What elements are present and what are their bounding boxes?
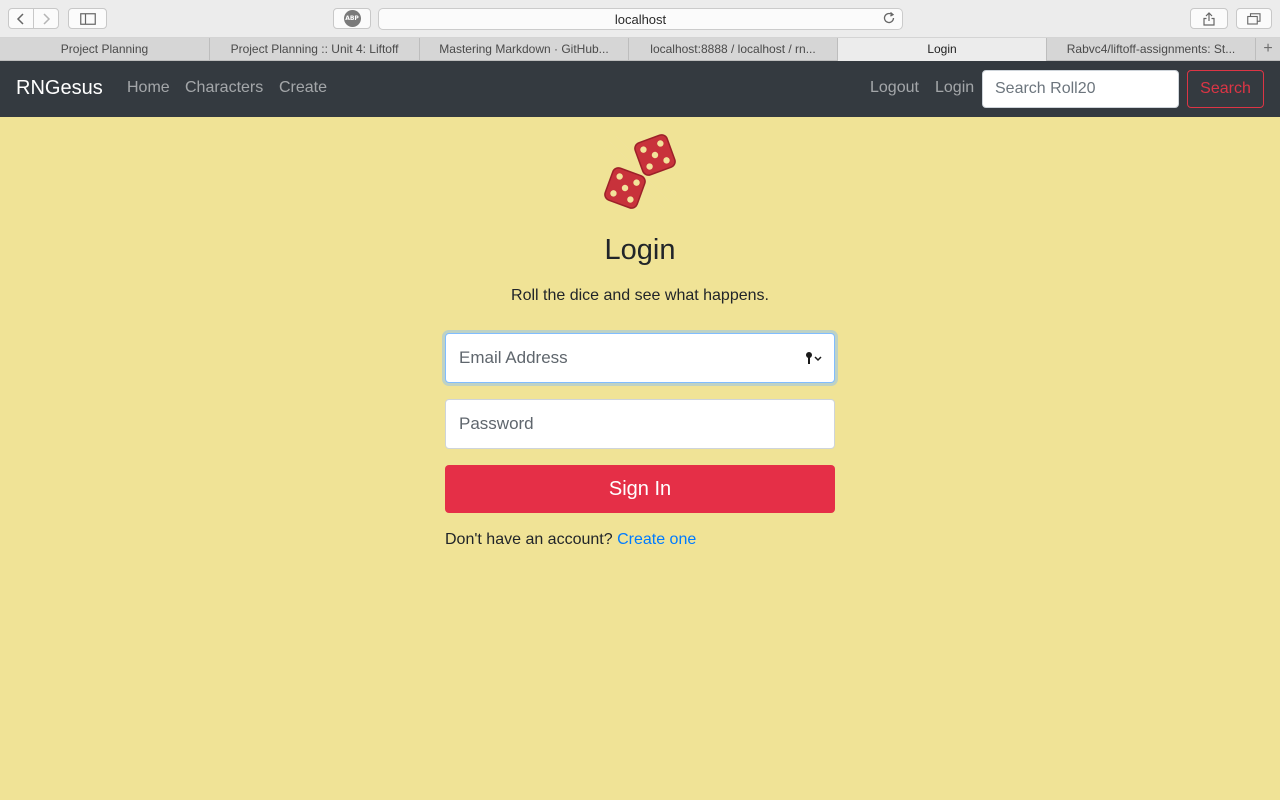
url-text: localhost <box>614 12 667 27</box>
nav-characters[interactable]: Characters <box>185 79 263 97</box>
tab-project-planning[interactable]: Project Planning <box>0 38 210 60</box>
tab-liftoff-assignments[interactable]: Rabvc4/liftoff-assignments: St... <box>1047 38 1256 60</box>
browser-toolbar: ABP localhost <box>0 0 1280 38</box>
adblock-button[interactable]: ABP <box>333 8 371 29</box>
brand-link[interactable]: RNGesus <box>16 77 103 100</box>
search-input[interactable] <box>982 70 1179 108</box>
chevron-right-icon <box>43 12 51 25</box>
address-bar[interactable]: localhost <box>378 8 903 30</box>
register-prompt: Don't have an account? Create one <box>445 531 696 549</box>
chevron-left-icon <box>16 12 24 25</box>
show-tabs-button[interactable] <box>1236 8 1272 29</box>
email-field[interactable] <box>445 333 835 383</box>
dice-icon <box>603 134 677 209</box>
share-icon <box>1203 11 1215 26</box>
reload-icon[interactable] <box>882 11 896 25</box>
password-field[interactable] <box>445 399 835 449</box>
tab-login[interactable]: Login <box>838 38 1047 61</box>
create-account-link[interactable]: Create one <box>617 531 696 548</box>
adblock-icon: ABP <box>343 10 361 27</box>
tab-phpmyadmin[interactable]: localhost:8888 / localhost / rn... <box>629 38 838 60</box>
register-prompt-text: Don't have an account? <box>445 531 613 548</box>
tab-mastering-markdown[interactable]: Mastering Markdown · GitHub... <box>420 38 629 60</box>
sidebar-toggle-button[interactable] <box>68 8 107 29</box>
new-tab-button[interactable]: + <box>1256 38 1280 60</box>
sidebar-icon <box>79 12 96 25</box>
app-navbar: RNGesus Home Characters Create Logout Lo… <box>0 61 1280 117</box>
tab-unit4-liftoff[interactable]: Project Planning :: Unit 4: Liftoff <box>210 38 420 60</box>
nav-create[interactable]: Create <box>279 79 327 97</box>
nav-home[interactable]: Home <box>127 79 170 97</box>
share-button[interactable] <box>1190 8 1228 29</box>
tabs-overview-icon <box>1247 12 1261 25</box>
page-title: Login <box>604 234 676 266</box>
search-button[interactable]: Search <box>1187 70 1264 108</box>
nav-login[interactable]: Login <box>935 79 974 97</box>
back-button[interactable] <box>8 8 34 29</box>
tab-bar: Project Planning Project Planning :: Uni… <box>0 38 1280 61</box>
login-subtitle: Roll the dice and see what happens. <box>511 287 769 304</box>
sign-in-button[interactable]: Sign In <box>445 465 835 513</box>
nav-logout[interactable]: Logout <box>870 79 919 97</box>
forward-button[interactable] <box>33 8 59 29</box>
password-autofill-icon[interactable] <box>805 351 823 365</box>
